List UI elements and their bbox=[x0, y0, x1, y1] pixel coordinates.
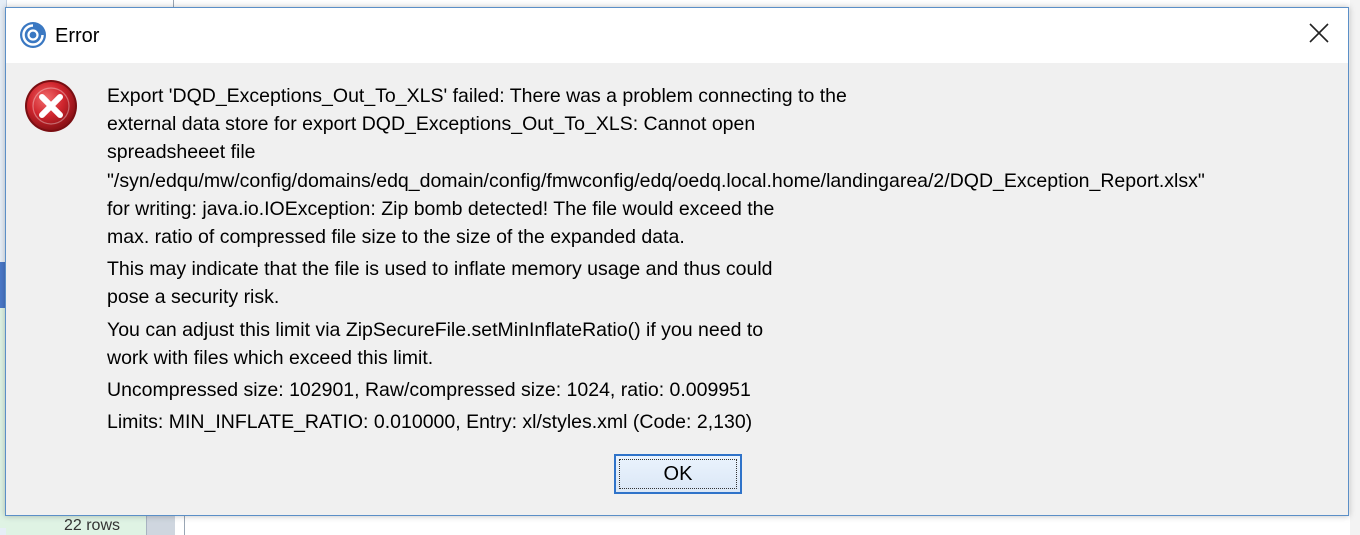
ok-button[interactable]: OK bbox=[614, 454, 742, 494]
background-right-edge bbox=[1350, 0, 1360, 535]
dialog-titlebar[interactable]: Error bbox=[6, 8, 1348, 63]
message-line: spreadsheeet file bbox=[107, 141, 256, 164]
error-dialog: Error Export 'DQD_Exceptions_Out_To_XLS'… bbox=[5, 7, 1349, 516]
focus-ring bbox=[619, 459, 737, 489]
message-paragraph: Limits: MIN_INFLATE_RATIO: 0.010000, Ent… bbox=[107, 408, 1342, 436]
close-icon bbox=[1308, 22, 1330, 49]
app-logo-icon bbox=[19, 21, 47, 49]
close-button[interactable] bbox=[1290, 8, 1348, 63]
background-scrollbar[interactable] bbox=[146, 516, 175, 535]
message-line: Export 'DQD_Exceptions_Out_To_XLS' faile… bbox=[107, 85, 847, 107]
row-count-label: 22 rows bbox=[63, 517, 120, 534]
message-line: work with files which exceed this limit. bbox=[107, 346, 434, 369]
message-line: pose a security risk. bbox=[107, 286, 280, 309]
message-line: Limits: MIN_INFLATE_RATIO: 0.010000, Ent… bbox=[107, 411, 753, 434]
message-line: for writing: java.io.IOException: Zip bo… bbox=[107, 197, 775, 220]
message-paragraph: You can adjust this limit via ZipSecureF… bbox=[107, 316, 1342, 372]
message-paragraph: Export 'DQD_Exceptions_Out_To_XLS' faile… bbox=[107, 82, 1342, 251]
message-line: external data store for export DQD_Excep… bbox=[107, 113, 756, 136]
background-status-bar: 22 rows bbox=[6, 516, 146, 535]
message-line: This may indicate that the file is used … bbox=[107, 258, 773, 281]
message-line: You can adjust this limit via ZipSecureF… bbox=[107, 318, 764, 341]
error-message: Export 'DQD_Exceptions_Out_To_XLS' faile… bbox=[107, 82, 1342, 440]
message-line: Uncompressed size: 102901, Raw/compresse… bbox=[107, 379, 751, 402]
message-line: "/syn/edqu/mw/config/domains/edq_domain/… bbox=[107, 169, 1205, 192]
dialog-title: Error bbox=[55, 25, 100, 47]
background-divider-bottom bbox=[184, 516, 185, 535]
error-icon bbox=[23, 78, 79, 134]
message-line: max. ratio of compressed file size to th… bbox=[107, 226, 685, 249]
message-paragraph: Uncompressed size: 102901, Raw/compresse… bbox=[107, 376, 1342, 404]
message-paragraph: This may indicate that the file is used … bbox=[107, 255, 1342, 311]
